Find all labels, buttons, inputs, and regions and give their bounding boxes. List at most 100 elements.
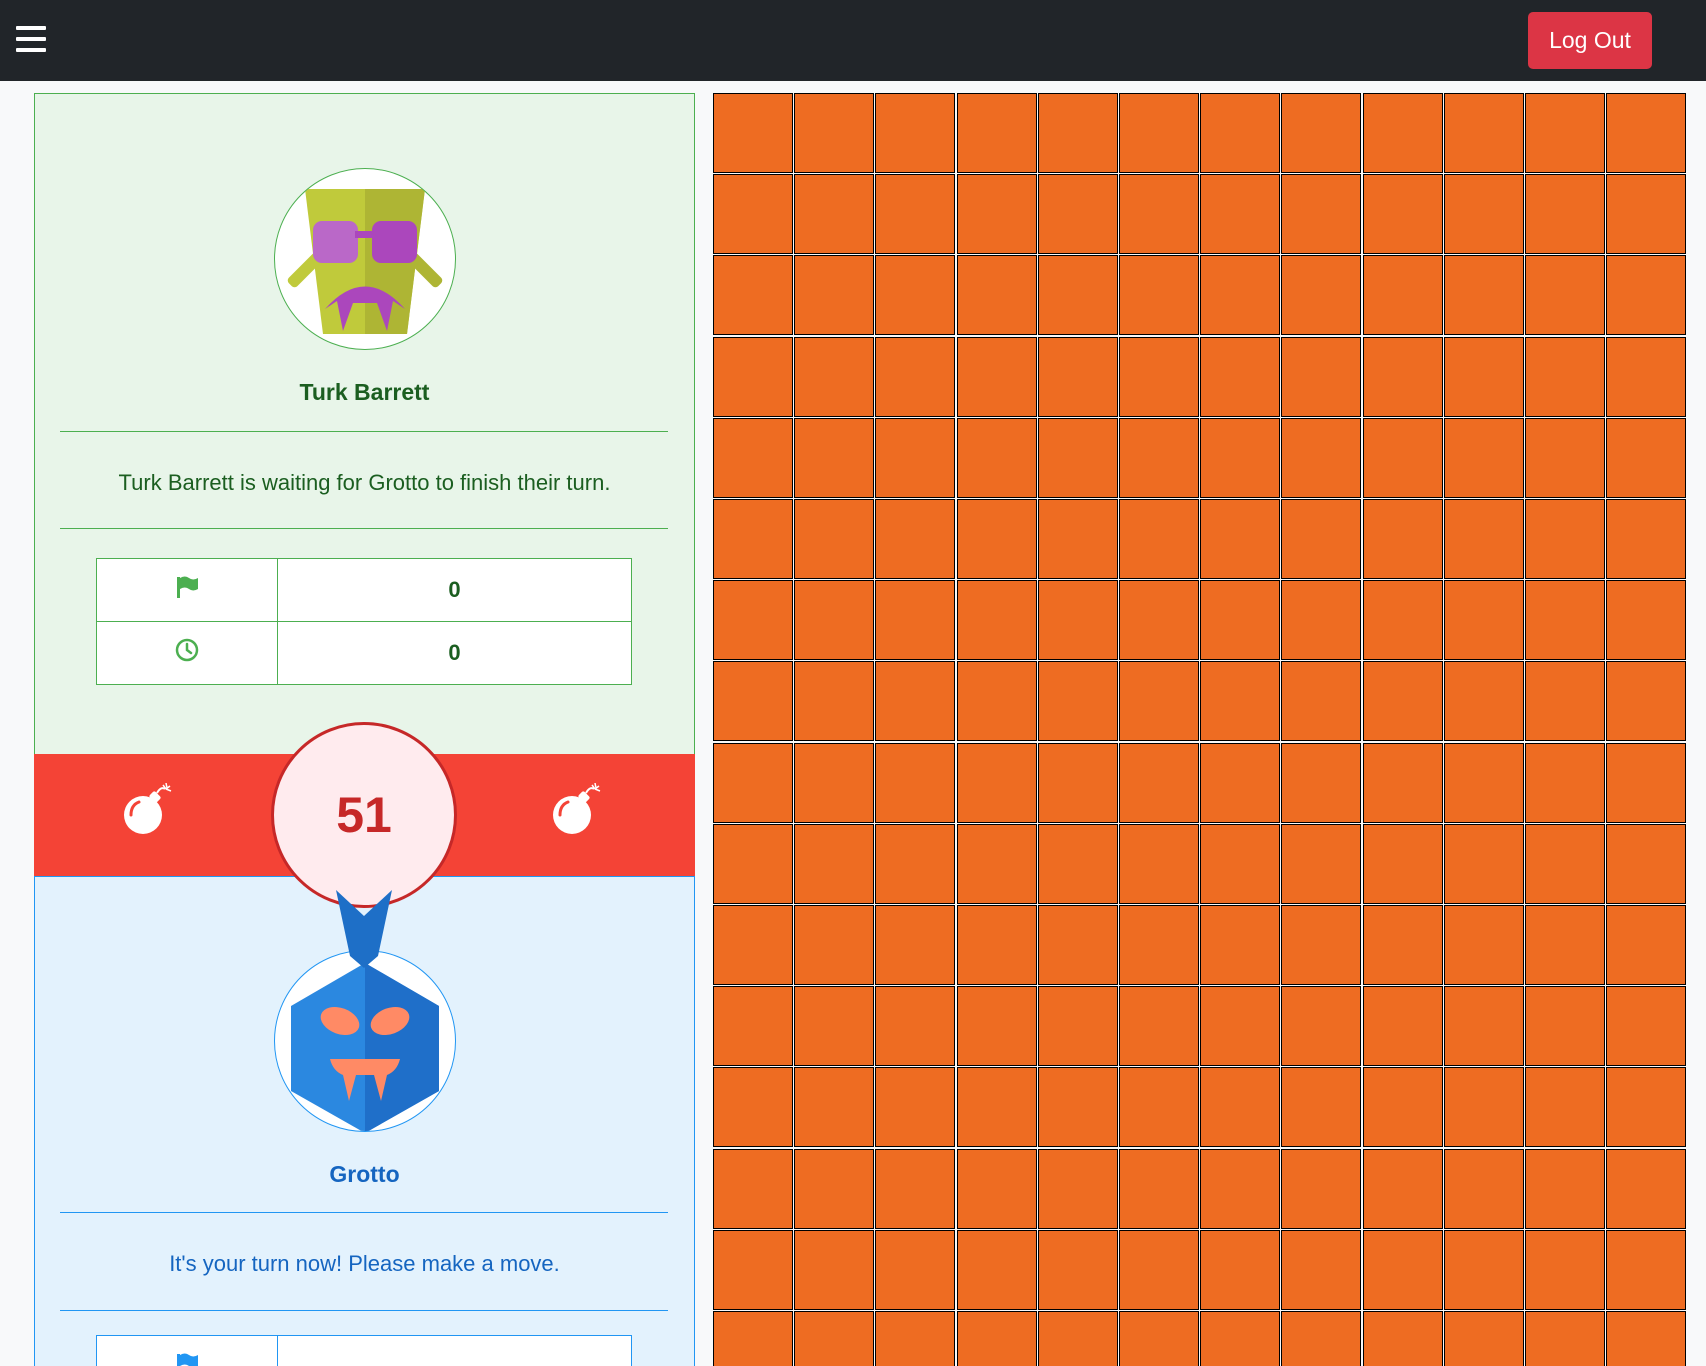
board-cell[interactable] — [1037, 905, 1118, 985]
board-cell[interactable] — [1606, 1067, 1687, 1148]
board-cell[interactable] — [1443, 255, 1524, 336]
board-cell[interactable] — [794, 1229, 875, 1310]
board-cell[interactable] — [1525, 1067, 1605, 1148]
board-cell[interactable] — [1037, 823, 1118, 904]
board-cell[interactable] — [713, 986, 793, 1067]
board-cell[interactable] — [1037, 417, 1118, 498]
board-cell[interactable] — [1037, 1067, 1118, 1148]
board-cell[interactable] — [1119, 336, 1199, 417]
board-cell[interactable] — [956, 255, 1037, 336]
board-cell[interactable] — [1443, 661, 1524, 742]
board-cell[interactable] — [794, 1067, 875, 1148]
board-cell[interactable] — [1525, 1229, 1605, 1310]
board-cell[interactable] — [875, 1148, 956, 1229]
board-cell[interactable] — [1606, 1311, 1687, 1366]
logout-button[interactable]: Log Out — [1528, 12, 1652, 69]
board-cell[interactable] — [1119, 661, 1199, 742]
board-cell[interactable] — [1525, 1148, 1605, 1229]
board-cell[interactable] — [713, 742, 793, 823]
board-cell[interactable] — [1606, 336, 1687, 417]
board-cell[interactable] — [713, 1148, 793, 1229]
board-cell[interactable] — [1606, 905, 1687, 985]
board-cell[interactable] — [1606, 580, 1687, 661]
board-cell[interactable] — [1200, 1148, 1281, 1229]
board-cell[interactable] — [875, 823, 956, 904]
board-cell[interactable] — [1281, 1311, 1362, 1366]
board-cell[interactable] — [1037, 174, 1118, 255]
board-cell[interactable] — [1281, 499, 1362, 579]
board-cell[interactable] — [713, 823, 793, 904]
board-cell[interactable] — [956, 417, 1037, 498]
board-cell[interactable] — [1119, 742, 1199, 823]
board-cell[interactable] — [794, 742, 875, 823]
board-cell[interactable] — [1119, 1148, 1199, 1229]
board-cell[interactable] — [713, 499, 793, 579]
board-cell[interactable] — [1443, 93, 1524, 173]
board-cell[interactable] — [1281, 1067, 1362, 1148]
board-cell[interactable] — [713, 1311, 793, 1366]
board-cell[interactable] — [794, 417, 875, 498]
board-cell[interactable] — [1525, 986, 1605, 1067]
board-cell[interactable] — [1281, 986, 1362, 1067]
board-cell[interactable] — [1119, 1229, 1199, 1310]
board-cell[interactable] — [794, 255, 875, 336]
board-cell[interactable] — [1037, 1311, 1118, 1366]
board-cell[interactable] — [1200, 255, 1281, 336]
board-cell[interactable] — [713, 174, 793, 255]
board-cell[interactable] — [1119, 905, 1199, 985]
board-cell[interactable] — [1037, 255, 1118, 336]
board-cell[interactable] — [1362, 93, 1443, 173]
board-cell[interactable] — [1443, 986, 1524, 1067]
board-cell[interactable] — [1443, 1067, 1524, 1148]
board-cell[interactable] — [1281, 93, 1362, 173]
board-cell[interactable] — [1119, 93, 1199, 173]
board-cell[interactable] — [1200, 1311, 1281, 1366]
board-cell[interactable] — [1525, 661, 1605, 742]
board-cell[interactable] — [794, 174, 875, 255]
board-cell[interactable] — [1443, 580, 1524, 661]
board-cell[interactable] — [875, 93, 956, 173]
board-cell[interactable] — [1119, 1067, 1199, 1148]
board-cell[interactable] — [1443, 742, 1524, 823]
board-cell[interactable] — [1362, 1067, 1443, 1148]
board-cell[interactable] — [1119, 174, 1199, 255]
board-cell[interactable] — [956, 986, 1037, 1067]
board-cell[interactable] — [1362, 417, 1443, 498]
board-cell[interactable] — [1525, 742, 1605, 823]
board-cell[interactable] — [1119, 417, 1199, 498]
board-cell[interactable] — [1362, 823, 1443, 904]
board-cell[interactable] — [1606, 174, 1687, 255]
board-cell[interactable] — [1525, 580, 1605, 661]
board-cell[interactable] — [1525, 93, 1605, 173]
board-cell[interactable] — [1362, 336, 1443, 417]
board-cell[interactable] — [1525, 417, 1605, 498]
board-cell[interactable] — [1281, 742, 1362, 823]
board-cell[interactable] — [1362, 580, 1443, 661]
board-cell[interactable] — [956, 661, 1037, 742]
board-cell[interactable] — [875, 174, 956, 255]
board-cell[interactable] — [1606, 742, 1687, 823]
board-cell[interactable] — [1443, 417, 1524, 498]
board-cell[interactable] — [713, 336, 793, 417]
board-cell[interactable] — [713, 1229, 793, 1310]
board-cell[interactable] — [713, 417, 793, 498]
board-cell[interactable] — [1281, 580, 1362, 661]
board-cell[interactable] — [1606, 823, 1687, 904]
board-cell[interactable] — [956, 499, 1037, 579]
board-cell[interactable] — [1037, 93, 1118, 173]
board-cell[interactable] — [956, 336, 1037, 417]
board-cell[interactable] — [1281, 255, 1362, 336]
board-cell[interactable] — [875, 417, 956, 498]
board-cell[interactable] — [1606, 417, 1687, 498]
board-cell[interactable] — [794, 93, 875, 173]
board-cell[interactable] — [1525, 336, 1605, 417]
board-cell[interactable] — [1119, 255, 1199, 336]
board-cell[interactable] — [956, 823, 1037, 904]
board-cell[interactable] — [713, 661, 793, 742]
board-cell[interactable] — [1119, 499, 1199, 579]
board-cell[interactable] — [1119, 823, 1199, 904]
board-cell[interactable] — [1362, 1148, 1443, 1229]
board-cell[interactable] — [1037, 1229, 1118, 1310]
board-cell[interactable] — [1200, 580, 1281, 661]
board-cell[interactable] — [1037, 742, 1118, 823]
